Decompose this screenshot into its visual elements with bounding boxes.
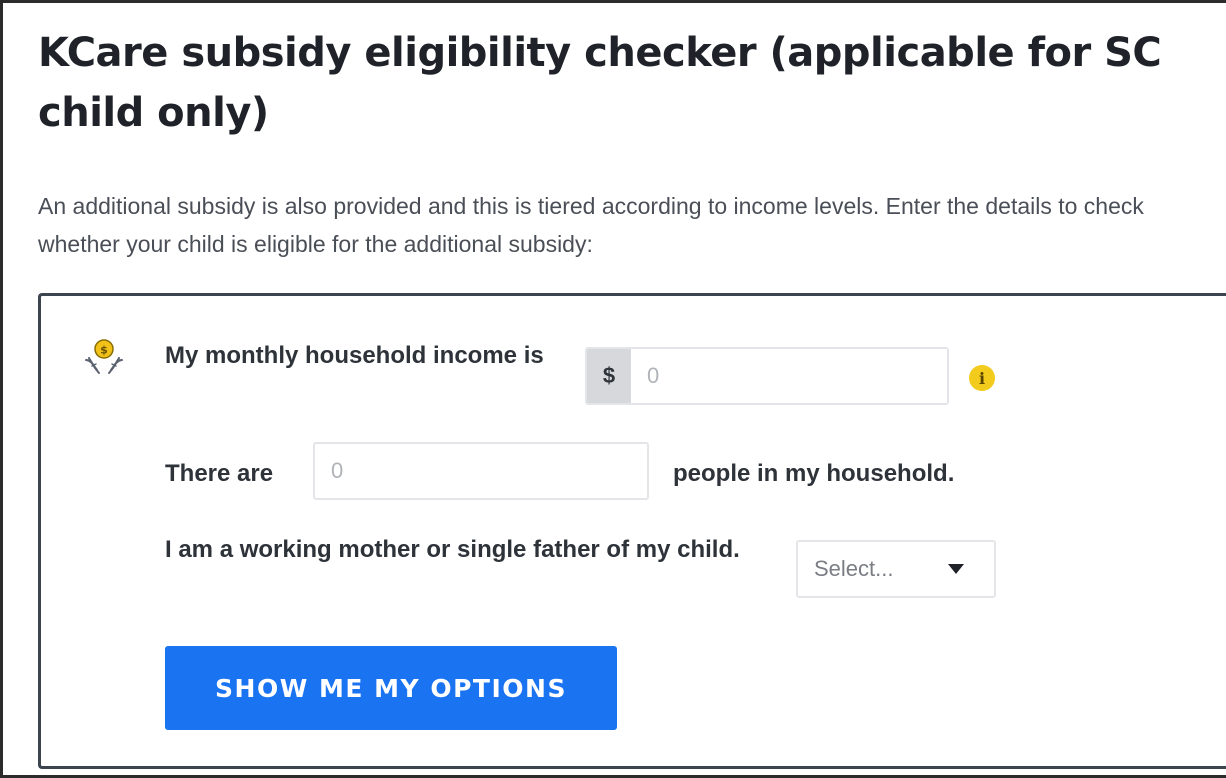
select-value: Select... — [814, 556, 894, 581]
working-parent-label: I am a working mother or single father o… — [165, 536, 740, 563]
caret-down-icon — [948, 564, 964, 574]
household-label-prefix: There are — [165, 460, 274, 487]
income-input[interactable] — [631, 349, 947, 403]
working-parent-select[interactable]: Select... — [796, 540, 996, 598]
info-icon[interactable]: i — [969, 365, 995, 391]
income-field-group: $ — [585, 347, 949, 405]
page-frame: KCare subsidy eligibility checker (appli… — [0, 0, 1226, 778]
currency-prefix: $ — [587, 349, 631, 403]
intro-text: An additional subsidy is also provided a… — [38, 193, 1144, 257]
income-label: My monthly household income is — [165, 342, 544, 369]
page-title: KCare subsidy eligibility checker (appli… — [38, 30, 1162, 136]
household-label-suffix: people in my household. — [673, 460, 955, 487]
hand-coin-icon: $ — [83, 336, 125, 378]
household-size-input[interactable] — [313, 442, 649, 500]
svg-text:$: $ — [100, 344, 108, 357]
show-options-button[interactable]: SHOW ME MY OPTIONS — [165, 646, 617, 730]
eligibility-form: $ My monthly household income is $ i The… — [38, 293, 1226, 769]
